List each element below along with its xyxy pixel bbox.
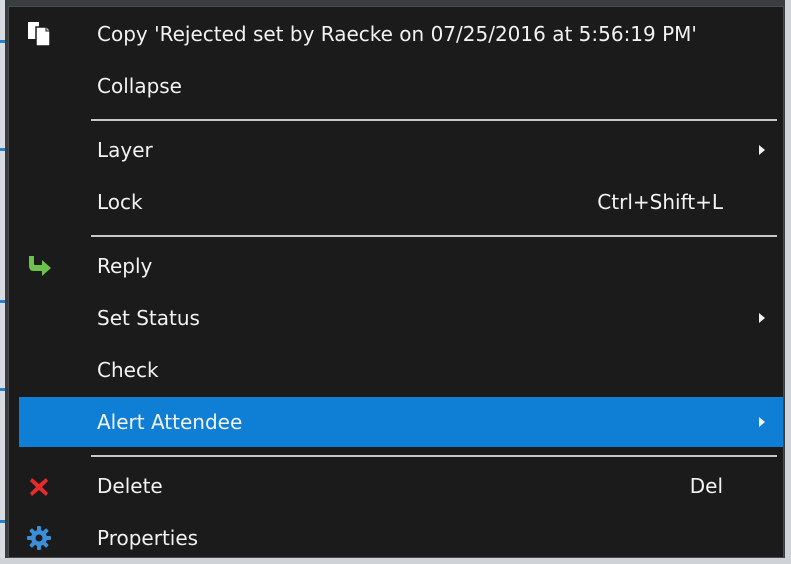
menu-item-set-status[interactable]: Set Status bbox=[9, 293, 783, 343]
menu-item-label: Collapse bbox=[97, 74, 182, 98]
shortcut-text: Ctrl+Shift+L bbox=[597, 190, 723, 214]
menu-item-label: Delete bbox=[97, 474, 163, 498]
window-edge-right bbox=[785, 0, 791, 564]
window-edge-left bbox=[0, 0, 5, 564]
submenu-arrow-icon bbox=[759, 417, 765, 427]
menu-item-label: Alert Attendee bbox=[97, 410, 243, 434]
edge-tick bbox=[0, 300, 5, 303]
menu-item-lock[interactable]: Lock Ctrl+Shift+L bbox=[9, 177, 783, 227]
copy-icon bbox=[25, 20, 53, 48]
edge-tick bbox=[0, 148, 5, 151]
shortcut-text: Del bbox=[689, 474, 723, 498]
edge-tick bbox=[0, 40, 5, 43]
menu-item-layer[interactable]: Layer bbox=[9, 125, 783, 175]
context-menu: Copy 'Rejected set by Raecke on 07/25/20… bbox=[8, 6, 784, 558]
menu-item-label: Reply bbox=[97, 254, 153, 278]
menu-item-delete[interactable]: Delete Del bbox=[9, 461, 783, 511]
menu-separator bbox=[91, 119, 777, 121]
menu-item-reply[interactable]: Reply bbox=[9, 241, 783, 291]
menu-item-label: Set Status bbox=[97, 306, 200, 330]
delete-x-icon bbox=[25, 472, 53, 500]
menu-item-label: Lock bbox=[97, 190, 143, 214]
gear-icon bbox=[25, 524, 53, 552]
submenu-arrow-icon bbox=[759, 313, 765, 323]
menu-item-copy[interactable]: Copy 'Rejected set by Raecke on 07/25/20… bbox=[9, 9, 783, 59]
menu-item-label: Layer bbox=[97, 138, 153, 162]
menu-item-collapse[interactable]: Collapse bbox=[9, 61, 783, 111]
menu-item-properties[interactable]: Properties bbox=[9, 513, 783, 563]
menu-item-label: Check bbox=[97, 358, 159, 382]
menu-item-label: Properties bbox=[97, 526, 199, 550]
edge-tick bbox=[0, 388, 5, 391]
menu-item-label: Copy 'Rejected set by Raecke on 07/25/20… bbox=[97, 22, 697, 46]
reply-arrow-icon bbox=[25, 252, 53, 280]
edge-tick bbox=[0, 520, 5, 523]
menu-separator bbox=[91, 235, 777, 237]
menu-item-alert-attendee[interactable]: Alert Attendee bbox=[19, 397, 783, 447]
menu-separator bbox=[91, 455, 777, 457]
submenu-arrow-icon bbox=[759, 145, 765, 155]
menu-item-check[interactable]: Check bbox=[9, 345, 783, 395]
